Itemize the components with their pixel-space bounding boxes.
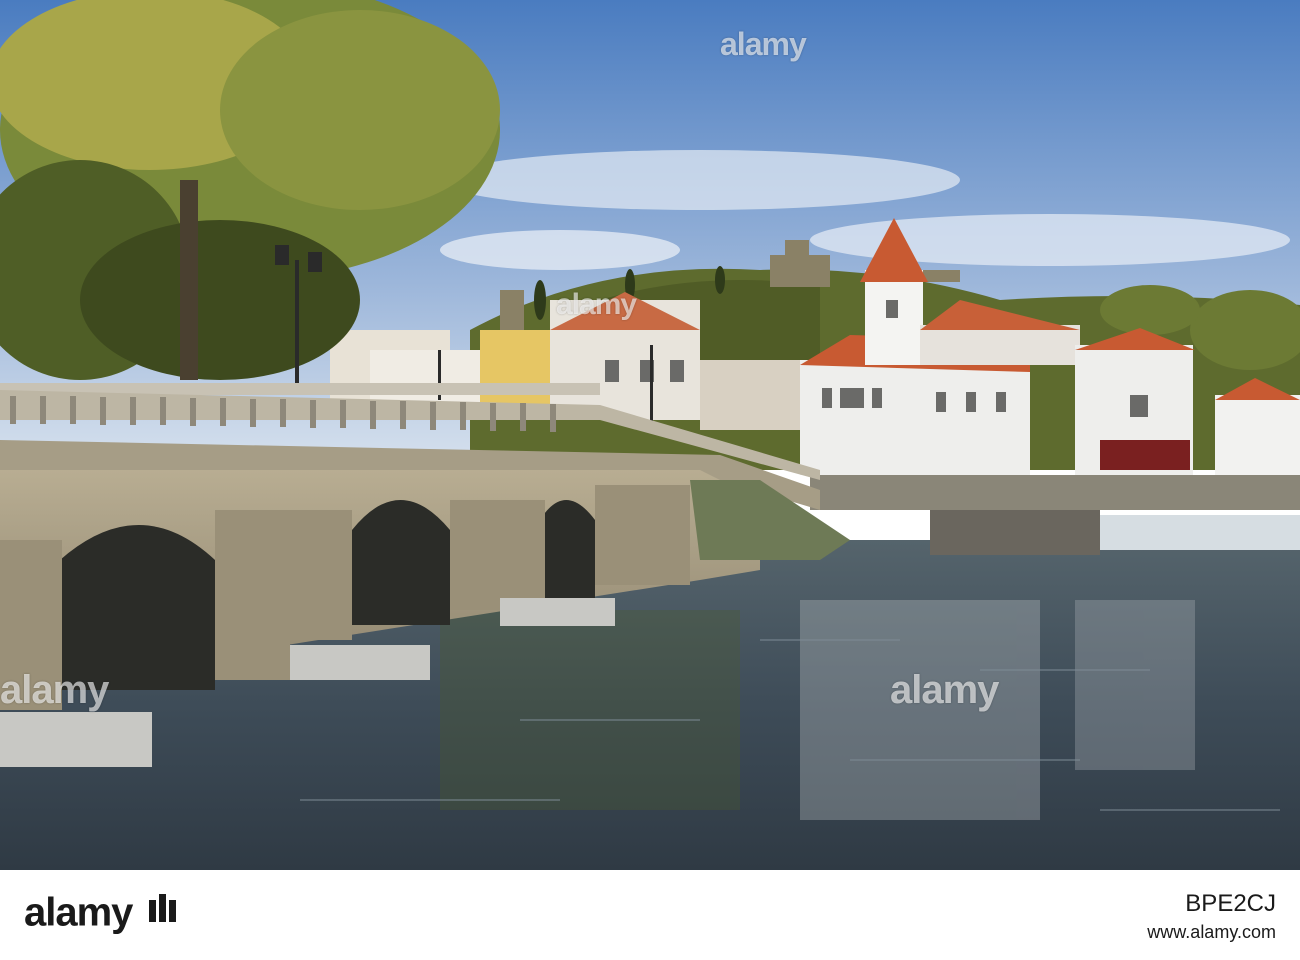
stock-photo-page: alamy alamy alamy alamy alamy BPE2CJ www…	[0, 0, 1300, 960]
site-url[interactable]: www.alamy.com	[1147, 922, 1276, 943]
cloud	[440, 150, 960, 210]
alamy-logo[interactable]: alamy	[24, 890, 187, 940]
cloud	[440, 230, 680, 270]
stock-footer-bar: alamy BPE2CJ www.alamy.com	[0, 870, 1300, 960]
photo-tomar-bridge-river	[0, 0, 1300, 870]
weir	[1100, 515, 1300, 550]
alamy-logo-icon	[147, 890, 187, 940]
photo-scene	[0, 0, 1300, 870]
alamy-logo-text: alamy	[24, 890, 133, 935]
weir-base	[930, 510, 1100, 555]
image-id: BPE2CJ	[1185, 890, 1276, 917]
far-riverbank-wall	[810, 475, 1300, 510]
